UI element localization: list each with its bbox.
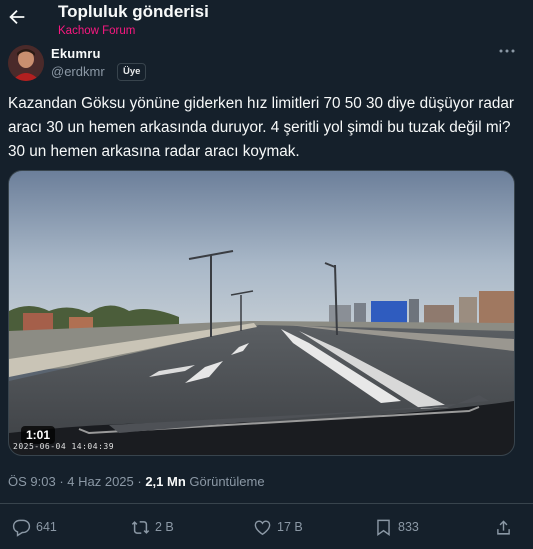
repost-button[interactable]: 2 B: [131, 514, 174, 540]
post-time[interactable]: ÖS 9:03: [8, 474, 56, 489]
views-count: 2,1 Mn: [145, 474, 186, 489]
author-name[interactable]: Ekumru: [51, 46, 101, 61]
like-button[interactable]: 17 B: [253, 514, 303, 540]
video-timestamp-overlay: 2025-06-04 14:04:39: [13, 442, 115, 451]
bookmark-button[interactable]: 833: [374, 514, 419, 540]
views-label: Görüntüleme: [189, 474, 265, 489]
community-link[interactable]: Kachow Forum: [58, 25, 135, 37]
page-header: Topluluk gönderisi Kachow Forum: [0, 0, 533, 42]
like-count: 17 B: [277, 520, 303, 534]
video-player[interactable]: 1:01 2025-06-04 14:04:39: [8, 170, 515, 456]
reply-button[interactable]: 641: [12, 514, 57, 540]
post-date[interactable]: 4 Haz 2025: [67, 474, 134, 489]
like-icon: [254, 519, 271, 535]
more-icon[interactable]: [498, 44, 516, 58]
post-meta: ÖS 9:03 · 4 Haz 2025 · 2,1 Mn Görüntülem…: [8, 474, 265, 489]
action-bar: 641 2 B 17 B 833: [0, 514, 533, 540]
video-frame: [9, 171, 514, 455]
repost-icon: [131, 520, 150, 534]
member-badge: Üye: [117, 63, 147, 81]
share-button[interactable]: [494, 514, 518, 540]
divider: [0, 503, 533, 504]
share-icon: [497, 519, 510, 535]
reply-count: 641: [36, 520, 57, 534]
page-title: Topluluk gönderisi: [58, 2, 209, 21]
back-arrow-icon[interactable]: [6, 6, 28, 28]
bookmark-count: 833: [398, 520, 419, 534]
bookmark-icon: [377, 519, 390, 536]
avatar[interactable]: [8, 45, 44, 81]
author-handle[interactable]: @erdkmr: [51, 64, 105, 79]
repost-count: 2 B: [155, 520, 174, 534]
post-text: Kazandan Göksu yönüne giderken hız limit…: [8, 95, 514, 160]
reply-icon: [12, 519, 31, 537]
